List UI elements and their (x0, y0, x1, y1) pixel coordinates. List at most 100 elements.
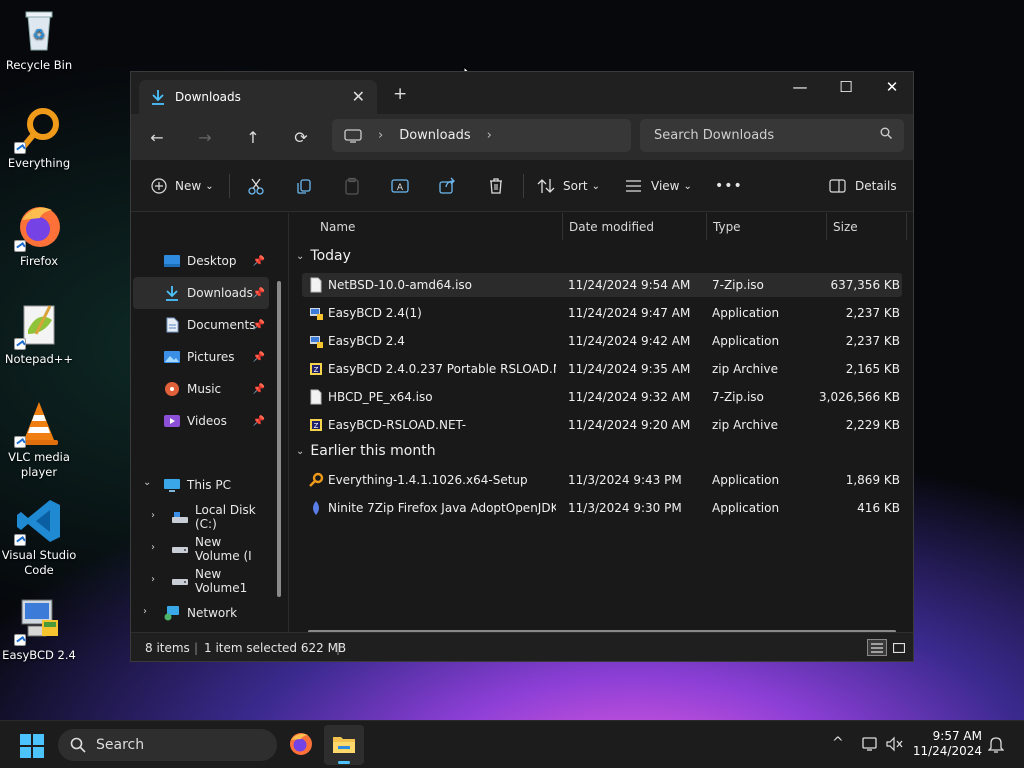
file-row[interactable]: Everything-1.4.1.1026.x64-Setup 11/3/202… (302, 468, 902, 492)
group-today[interactable]: ⌄ Today (296, 248, 351, 264)
sidebar-item-downloads[interactable]: Downloads 📌 (133, 277, 269, 309)
tiles-view-button[interactable] (889, 639, 909, 656)
column-header-type[interactable]: Type (707, 213, 827, 240)
back-button[interactable]: ← (143, 124, 171, 150)
minimize-button[interactable]: — (777, 72, 823, 102)
system-clock[interactable]: 9:57 AM 11/24/2024 (913, 729, 982, 759)
desktop-icon-firefox[interactable]: Firefox (0, 202, 78, 269)
file-row[interactable]: NetBSD-10.0-amd64.iso 11/24/2024 9:54 AM… (302, 273, 902, 297)
sidebar-item-network[interactable]: Network (133, 597, 269, 629)
desktop-icon-recycle-bin[interactable]: ♻ Recycle Bin (0, 6, 78, 73)
rename-button[interactable]: A (391, 174, 409, 198)
group-earlier-this-month[interactable]: ⌄ Earlier this month (296, 443, 436, 459)
file-list: Name Date modified Type Size ⌄ Today Net… (290, 213, 913, 632)
desktop-icon-easybcd[interactable]: EasyBCD 2.4 (0, 596, 78, 663)
videos-icon (164, 415, 180, 427)
cut-button[interactable] (247, 174, 265, 198)
column-header-name[interactable]: Name (290, 213, 563, 240)
more-options-button[interactable]: ••• (715, 174, 743, 198)
sidebar-item-label: Desktop (187, 254, 237, 268)
title-bar[interactable]: Downloads ✕ + — ☐ ✕ (131, 72, 913, 114)
details-label: Details (855, 179, 897, 193)
delete-button[interactable] (487, 174, 505, 198)
details-pane-button[interactable]: Details (829, 174, 897, 198)
file-row[interactable]: EasyBCD 2.4 11/24/2024 9:42 AM Applicati… (302, 329, 902, 353)
view-list-icon (626, 180, 641, 192)
breadcrumb-separator[interactable]: › (487, 128, 492, 143)
column-header-date[interactable]: Date modified (563, 213, 707, 240)
maximize-button[interactable]: ☐ (823, 72, 869, 102)
file-date: 11/3/2024 9:43 PM (568, 473, 682, 487)
file-size: 416 KB (857, 501, 900, 515)
sidebar-scrollbar[interactable] (277, 281, 281, 597)
sidebar-item-new-volume1[interactable]: New Volume1 (133, 565, 269, 597)
tray-volume[interactable] (886, 736, 904, 755)
drive-icon (172, 579, 188, 585)
file-row[interactable]: Z EasyBCD 2.4.0.237 Portable RSLOAD.NET … (302, 357, 902, 381)
start-button[interactable] (20, 734, 44, 761)
sidebar-item-label: Local Disk (C:) (195, 503, 256, 531)
tray-network[interactable] (862, 736, 880, 755)
details-view-button[interactable] (867, 639, 887, 656)
close-tab-icon[interactable]: ✕ (352, 87, 365, 106)
sidebar-item-videos[interactable]: Videos 📌 (133, 405, 269, 437)
sidebar-item-documents[interactable]: Documents 📌 (133, 309, 269, 341)
file-type: Application (712, 501, 780, 515)
tab-downloads[interactable]: Downloads ✕ (139, 80, 377, 114)
shortcut-arrow-icon (14, 338, 26, 350)
desktop-icon-vlc[interactable]: VLC media player (0, 398, 78, 480)
download-arrow-icon (166, 286, 178, 301)
easybcd-icon (14, 596, 64, 646)
close-button[interactable]: ✕ (869, 72, 913, 102)
sidebar-item-label: Downloads (187, 286, 253, 300)
clock-time: 9:57 AM (932, 729, 982, 743)
shortcut-arrow-icon (14, 240, 26, 252)
everything-icon (14, 104, 64, 154)
search-box[interactable]: Search Downloads (640, 119, 904, 152)
file-row[interactable]: HBCD_PE_x64.iso 11/24/2024 9:32 AM 7-Zip… (302, 385, 902, 409)
sort-button[interactable]: Sort ⌄ (537, 174, 600, 198)
divider (523, 174, 524, 198)
breadcrumb-downloads[interactable]: Downloads (399, 128, 470, 143)
sidebar-item-this-pc[interactable]: This PC (133, 469, 269, 501)
desktop-icon-everything[interactable]: Everything (0, 104, 78, 171)
chevron-down-icon: ⌄ (591, 180, 600, 192)
taskbar-search-box[interactable]: Search (58, 729, 277, 761)
breadcrumb-separator[interactable]: › (378, 128, 383, 143)
sidebar-item-desktop[interactable]: Desktop 📌 (133, 245, 269, 277)
sidebar-item-local-disk[interactable]: Local Disk (C:) (133, 501, 269, 533)
paste-button[interactable] (343, 174, 361, 198)
column-header-size[interactable]: Size (827, 213, 907, 240)
copy-icon (297, 179, 311, 194)
file-name: EasyBCD 2.4(1) (328, 306, 422, 320)
notepadpp-icon (14, 300, 64, 350)
new-button[interactable]: New ⌄ (151, 174, 214, 198)
up-button[interactable]: ↑ (239, 124, 267, 150)
refresh-button[interactable]: ⟳ (287, 124, 315, 150)
copy-button[interactable] (295, 174, 313, 198)
view-button[interactable]: View ⌄ (625, 174, 692, 198)
forward-button[interactable]: → (191, 124, 219, 150)
file-type: Application (712, 334, 780, 348)
shortcut-arrow-icon (14, 142, 26, 154)
taskbar-firefox[interactable] (288, 731, 314, 760)
desktop-icon-notepadpp[interactable]: Notepad++ (0, 300, 78, 367)
file-size: 2,165 KB (845, 362, 900, 376)
file-row[interactable]: Ninite 7Zip Firefox Java AdoptOpenJDK x.… (302, 496, 902, 520)
sidebar-item-new-volume[interactable]: New Volume (I (133, 533, 269, 565)
new-tab-button[interactable]: + (393, 84, 407, 104)
file-row[interactable]: EasyBCD 2.4(1) 11/24/2024 9:47 AM Applic… (302, 301, 902, 325)
svg-text:A: A (397, 183, 404, 193)
address-bar[interactable]: › Downloads › (332, 119, 631, 152)
share-button[interactable] (439, 174, 457, 198)
sidebar-item-music[interactable]: Music 📌 (133, 373, 269, 405)
pictures-icon (164, 351, 180, 363)
notifications-button[interactable] (987, 736, 1005, 757)
file-name: EasyBCD-RSLOAD.NET- (328, 418, 467, 432)
taskbar-file-explorer[interactable] (324, 725, 364, 765)
file-row[interactable]: Z EasyBCD-RSLOAD.NET- 11/24/2024 9:20 AM… (302, 413, 902, 437)
file-name: HBCD_PE_x64.iso (328, 390, 433, 404)
desktop-icon-vscode[interactable]: Visual Studio Code (0, 496, 78, 578)
sidebar-item-pictures[interactable]: Pictures 📌 (133, 341, 269, 373)
show-hidden-icons-button[interactable]: ^ (832, 735, 844, 751)
